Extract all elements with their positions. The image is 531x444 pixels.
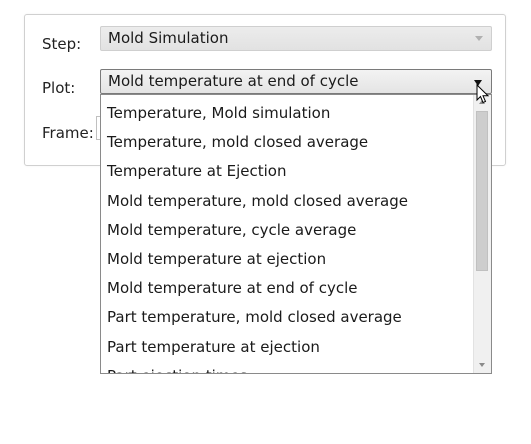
dropdown-option[interactable]: Part temperature, mold closed average — [101, 303, 473, 332]
scrollbar-thumb[interactable] — [476, 111, 488, 271]
plot-select-value: Mold temperature at end of cycle — [108, 72, 359, 90]
plot-label: Plot: — [42, 79, 76, 97]
dropdown-option[interactable]: Temperature, mold closed average — [101, 128, 473, 157]
step-select-value: Mold Simulation — [108, 29, 229, 47]
mouse-pointer-icon — [476, 84, 490, 104]
dropdown-option[interactable]: Part ejection times — [101, 362, 473, 373]
chevron-down-icon[interactable] — [475, 36, 483, 41]
step-label: Step: — [42, 35, 82, 53]
scroll-down-icon[interactable] — [474, 358, 491, 373]
dropdown-option[interactable]: Temperature, Mold simulation — [101, 99, 473, 128]
dropdown-option[interactable]: Mold temperature at end of cycle — [101, 274, 473, 303]
dropdown-option[interactable]: Part temperature at ejection — [101, 333, 473, 362]
dropdown-scrollbar[interactable] — [473, 95, 491, 373]
frame-label: Frame: — [42, 124, 94, 142]
plot-dropdown-list[interactable]: Temperature, Mold simulation Temperature… — [100, 94, 492, 374]
dropdown-option[interactable]: Mold temperature at ejection — [101, 245, 473, 274]
dropdown-options: Temperature, Mold simulation Temperature… — [101, 95, 473, 373]
dropdown-option[interactable]: Mold temperature, cycle average — [101, 216, 473, 245]
plot-select[interactable]: Mold temperature at end of cycle — [100, 69, 492, 94]
dropdown-option[interactable]: Temperature at Ejection — [101, 157, 473, 186]
step-select[interactable]: Mold Simulation — [100, 26, 492, 51]
dropdown-option[interactable]: Mold temperature, mold closed average — [101, 187, 473, 216]
